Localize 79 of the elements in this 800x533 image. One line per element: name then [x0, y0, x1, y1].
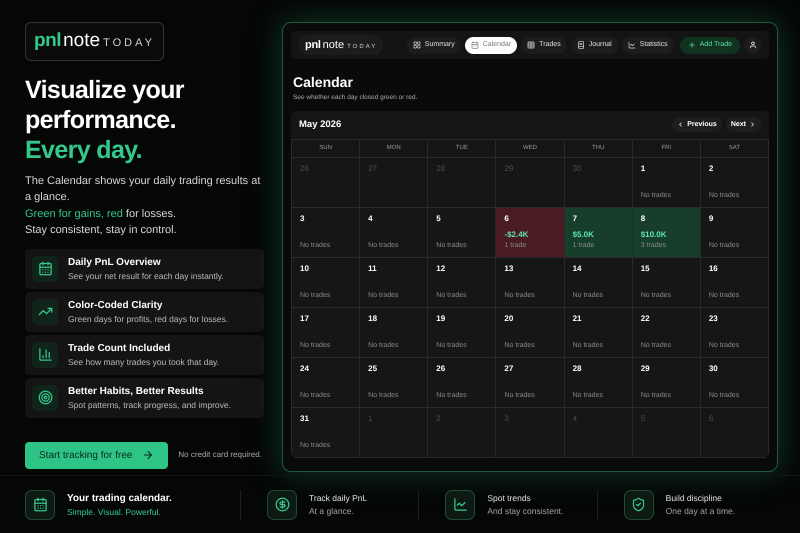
- feature-title: Trade Count Included: [68, 342, 172, 356]
- feature-text: Green days for profits, red days for losses.: [68, 312, 228, 326]
- day-number: 31: [300, 412, 310, 425]
- headline: Visualize your: [25, 74, 186, 104]
- user-icon: [748, 41, 756, 49]
- chevron-right-icon: [749, 121, 756, 128]
- footer-title: Track daily PnL: [309, 492, 368, 504]
- day-number: 2: [708, 162, 714, 175]
- feature-title: Color-Coded Clarity: [68, 298, 164, 313]
- footer-title: Build discipline: [666, 492, 723, 504]
- dollar-icon: [274, 497, 290, 512]
- page-title: Calendar: [293, 73, 354, 92]
- shield-check-icon: [631, 497, 646, 512]
- day-number: 10: [300, 262, 310, 275]
- line-chart-icon: [628, 41, 636, 49]
- day-number: 21: [572, 312, 582, 325]
- footer-text: At a glance.: [309, 504, 355, 518]
- footer-title: Your trading calendar.: [67, 492, 172, 506]
- table-icon: [527, 41, 536, 49]
- profile-button[interactable]: [744, 36, 761, 54]
- feature-title: Better Habits, Better Results: [68, 384, 205, 399]
- day-number: 18: [368, 312, 378, 325]
- day-number: 16: [708, 262, 719, 275]
- grid-icon: [412, 41, 421, 49]
- day-number: 30: [708, 362, 719, 375]
- day-number: 9: [708, 212, 714, 225]
- day-number: 15: [640, 262, 651, 275]
- day-number: 23: [708, 312, 719, 325]
- day-number: 11: [368, 262, 378, 275]
- feature-text: Spot patterns, track progress, and improve.: [68, 398, 231, 412]
- day-number: 22: [640, 312, 651, 325]
- day-number: 27: [504, 362, 514, 375]
- footer-text: One day at a time.: [666, 504, 736, 518]
- intro-highlight: Green for gains, red for losses.: [25, 206, 178, 222]
- feature-text: See your net result for each day instantly.: [68, 270, 224, 282]
- day-number: 7: [572, 212, 578, 225]
- target-icon: [38, 390, 52, 405]
- footer-text: And stay consistent.: [487, 504, 564, 518]
- calendar-icon: [470, 41, 479, 49]
- headline-accent: Every day.: [25, 134, 143, 164]
- logo: pnlnote TODAY: [34, 29, 155, 53]
- headline: performance.: [25, 104, 177, 134]
- day-number: 6: [504, 212, 510, 225]
- cta-note: No credit card required.: [178, 449, 262, 461]
- plus-icon: [688, 41, 696, 49]
- calendar-icon: [38, 261, 52, 276]
- day-number: 28: [572, 362, 582, 375]
- bar-chart-icon: [38, 347, 52, 362]
- month-title: May 2026: [299, 118, 342, 132]
- day-number: 13: [504, 262, 514, 275]
- calendar-icon: [32, 497, 48, 512]
- footer-title: Spot trends: [487, 492, 532, 504]
- book-icon: [576, 41, 585, 49]
- day-number: 5: [436, 212, 442, 225]
- day-number: 17: [300, 312, 310, 325]
- feature-title: Daily PnL Overview: [68, 256, 162, 270]
- start-tracking-button[interactable]: Start tracking for free: [25, 442, 168, 468]
- footer-text: Simple. Visual. Powerful.: [67, 506, 162, 518]
- day-number: 20: [504, 312, 514, 325]
- pnl-amount: $5.0K: [572, 229, 595, 242]
- day-number: 1: [640, 162, 646, 175]
- day-number: 26: [436, 362, 446, 375]
- intro-text: The Calendar shows your daily trading results at a glance.: [25, 174, 262, 205]
- feature-text: See how many trades you took that day.: [68, 356, 220, 368]
- day-number: 14: [572, 262, 582, 275]
- day-number: 25: [368, 362, 378, 375]
- intro-closing: Stay consistent, stay in control.: [25, 223, 178, 238]
- day-number: 4: [368, 212, 374, 225]
- arrow-right-icon: [142, 449, 154, 461]
- day-number: 3: [300, 212, 306, 225]
- chevron-left-icon: [677, 121, 684, 128]
- line-chart-icon: [452, 497, 468, 512]
- pnl-amount: $10.0K: [640, 229, 668, 242]
- day-number: 19: [436, 312, 446, 325]
- day-number: 12: [436, 262, 446, 275]
- day-number: 8: [640, 212, 646, 225]
- day-number: 24: [300, 362, 310, 375]
- pnl-amount: -$2.4K: [504, 229, 530, 242]
- day-number: 29: [640, 362, 651, 375]
